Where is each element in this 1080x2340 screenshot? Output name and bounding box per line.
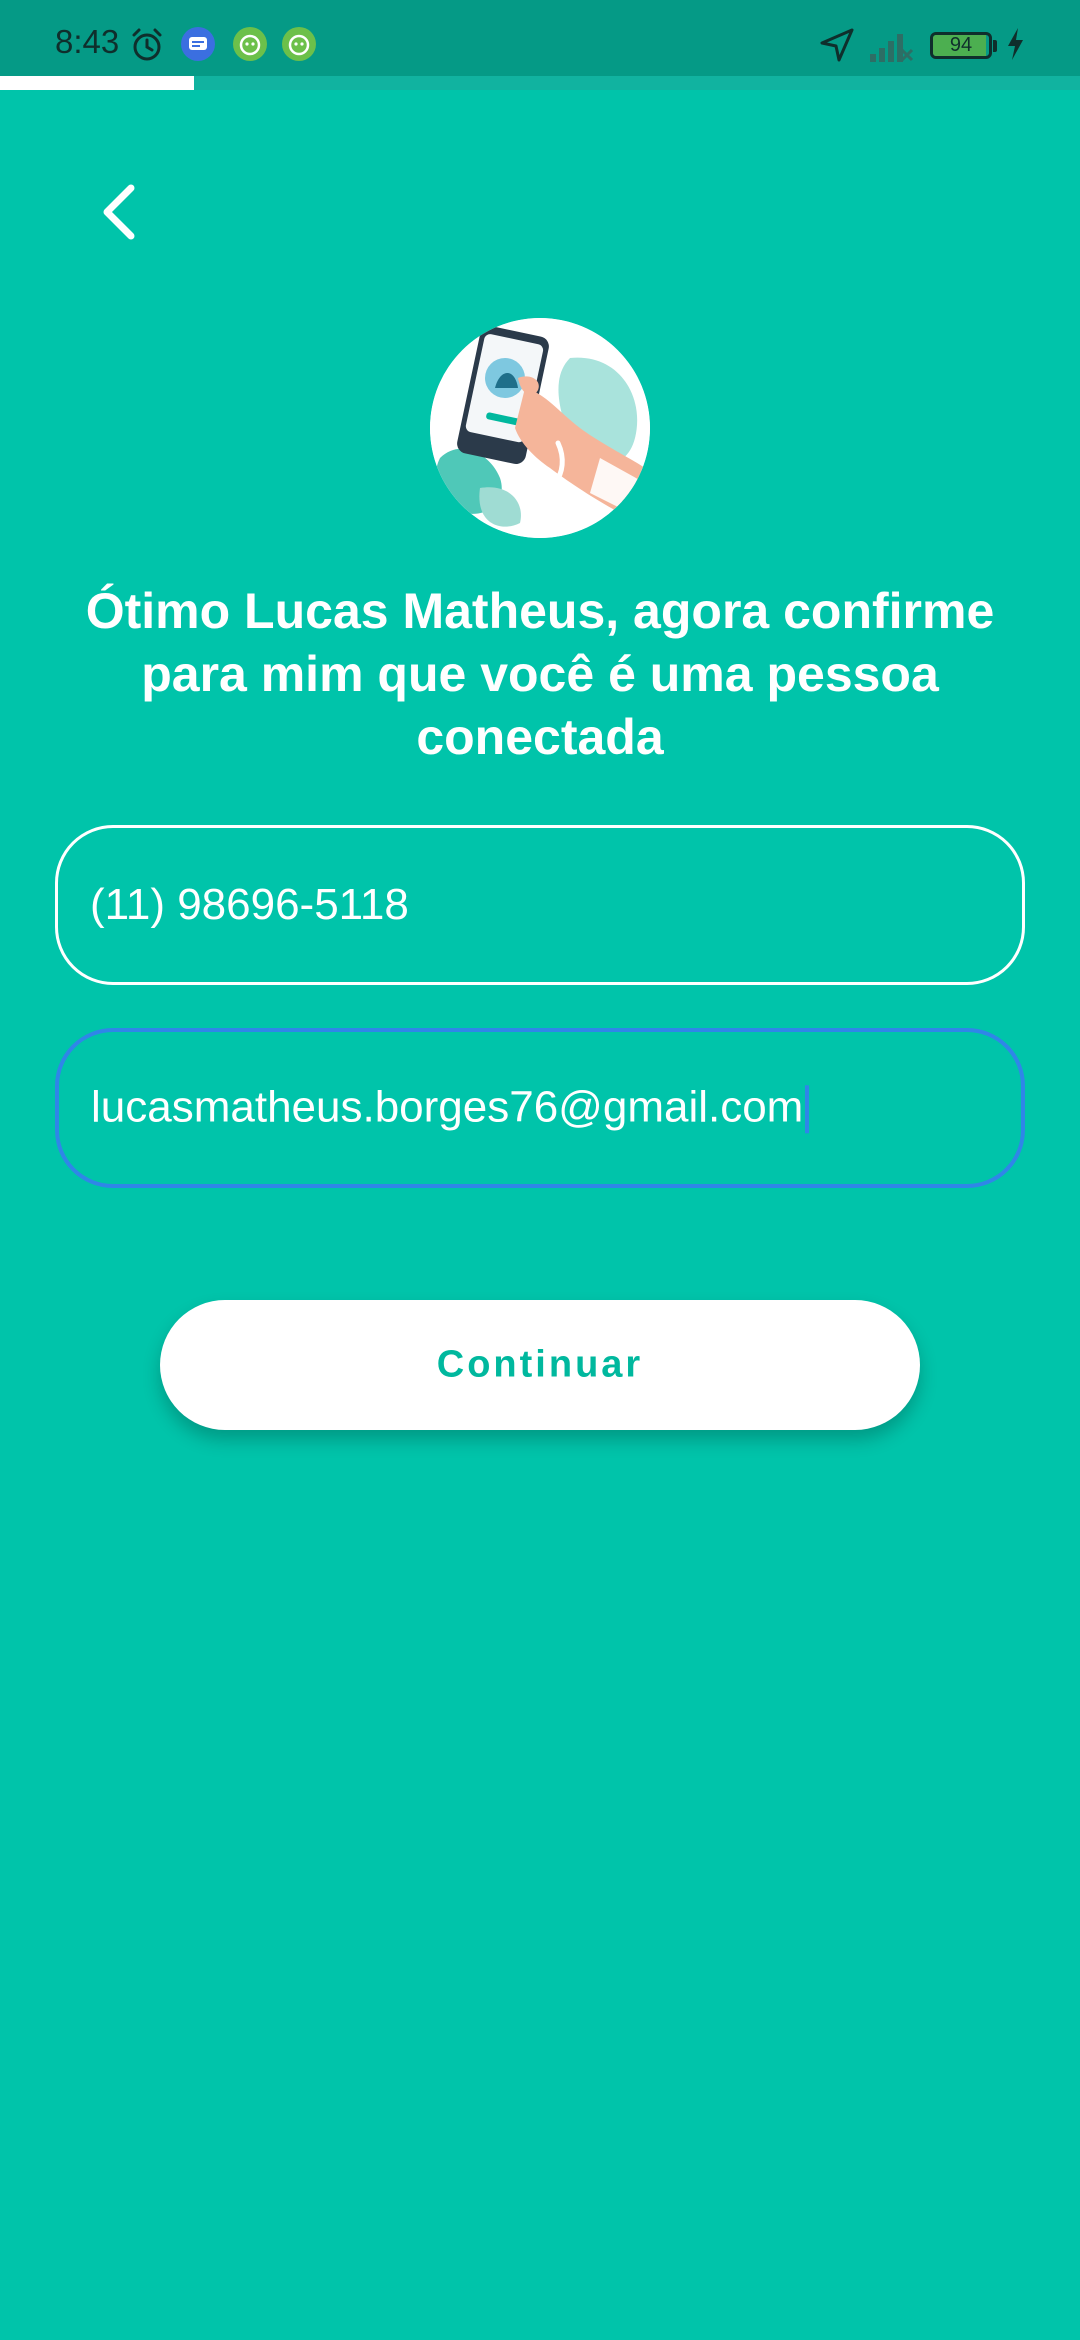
status-bar: 8:43 94: [0, 0, 1080, 76]
page-title: Ótimo Lucas Matheus, agora confirme para…: [85, 583, 995, 765]
progress-fill: [0, 76, 195, 90]
battery-icon: 94: [930, 32, 992, 59]
charging-icon: [1008, 28, 1023, 60]
battery-level: 94: [949, 34, 973, 56]
chevron-left-icon: [103, 184, 135, 240]
onboarding-progress-bar: [0, 76, 1080, 90]
app-icon: [282, 27, 316, 61]
continue-button[interactable]: Continuar: [160, 1300, 920, 1430]
hand-holding-phone-illustration: [430, 318, 650, 538]
alarm-icon: [132, 28, 162, 61]
app-icon: [233, 27, 267, 61]
phone-field-value: (11) 98696-5118: [90, 880, 409, 929]
battery-cap: [993, 40, 997, 52]
phone-field[interactable]: (11) 98696-5118: [55, 825, 1025, 985]
status-time: 8:43: [55, 23, 120, 60]
email-field-value-wrapper: lucasmatheus.borges76@gmail.com: [91, 1082, 810, 1134]
phone-illustration: [430, 318, 650, 538]
text-caret: [805, 1085, 810, 1134]
email-field-value: lucasmatheus.borges76@gmail.com: [91, 1082, 804, 1132]
signal-icon: [870, 34, 914, 62]
messages-icon: [181, 27, 215, 61]
continue-button-label: Continuar: [436, 1343, 644, 1386]
back-button[interactable]: [85, 170, 155, 250]
location-arrow-icon: [820, 28, 854, 62]
email-field[interactable]: lucasmatheus.borges76@gmail.com: [55, 1028, 1025, 1188]
